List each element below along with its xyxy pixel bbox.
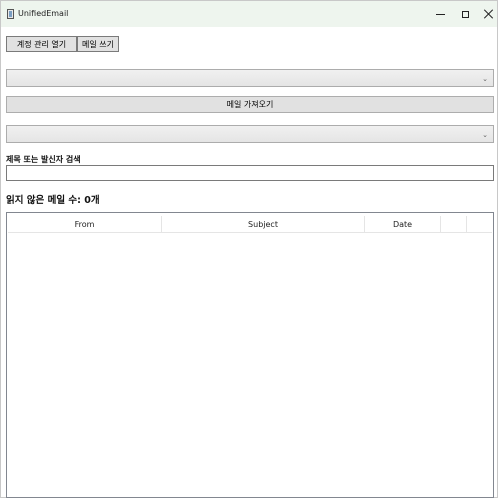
account-select[interactable]: ⌄ <box>6 69 494 87</box>
search-label: 제목 또는 발신자 검색 <box>6 155 81 164</box>
close-icon <box>484 9 494 19</box>
chevron-down-icon: ⌄ <box>482 131 488 139</box>
unread-count-label: 읽지 않은 메일 수: 0개 <box>6 195 100 206</box>
minimize-button[interactable] <box>426 1 454 27</box>
app-window: UnifiedEmail 계정 관리 열기 메일 쓰기 ⌄ 메일 가져오기 ⌄ … <box>0 0 498 498</box>
title-bar[interactable]: UnifiedEmail <box>1 1 497 27</box>
minimize-icon <box>435 13 445 15</box>
column-header-extra[interactable] <box>441 216 467 232</box>
app-window-icon <box>7 9 14 19</box>
fetch-mail-button[interactable]: 메일 가져오기 <box>6 96 494 113</box>
maximize-icon <box>461 10 469 18</box>
open-account-manager-button[interactable]: 계정 관리 열기 <box>6 36 77 52</box>
mail-table[interactable]: From Subject Date <box>6 212 494 498</box>
search-input[interactable] <box>6 165 494 181</box>
window-title: UnifiedEmail <box>18 9 69 18</box>
compose-mail-button[interactable]: 메일 쓰기 <box>77 36 119 52</box>
table-header: From Subject Date <box>8 216 492 233</box>
chevron-down-icon: ⌄ <box>482 75 488 83</box>
column-header-subject[interactable]: Subject <box>162 216 365 232</box>
column-header-from[interactable]: From <box>8 216 162 232</box>
close-button[interactable] <box>475 1 500 27</box>
column-header-date[interactable]: Date <box>365 216 441 232</box>
folder-select[interactable]: ⌄ <box>6 125 494 143</box>
